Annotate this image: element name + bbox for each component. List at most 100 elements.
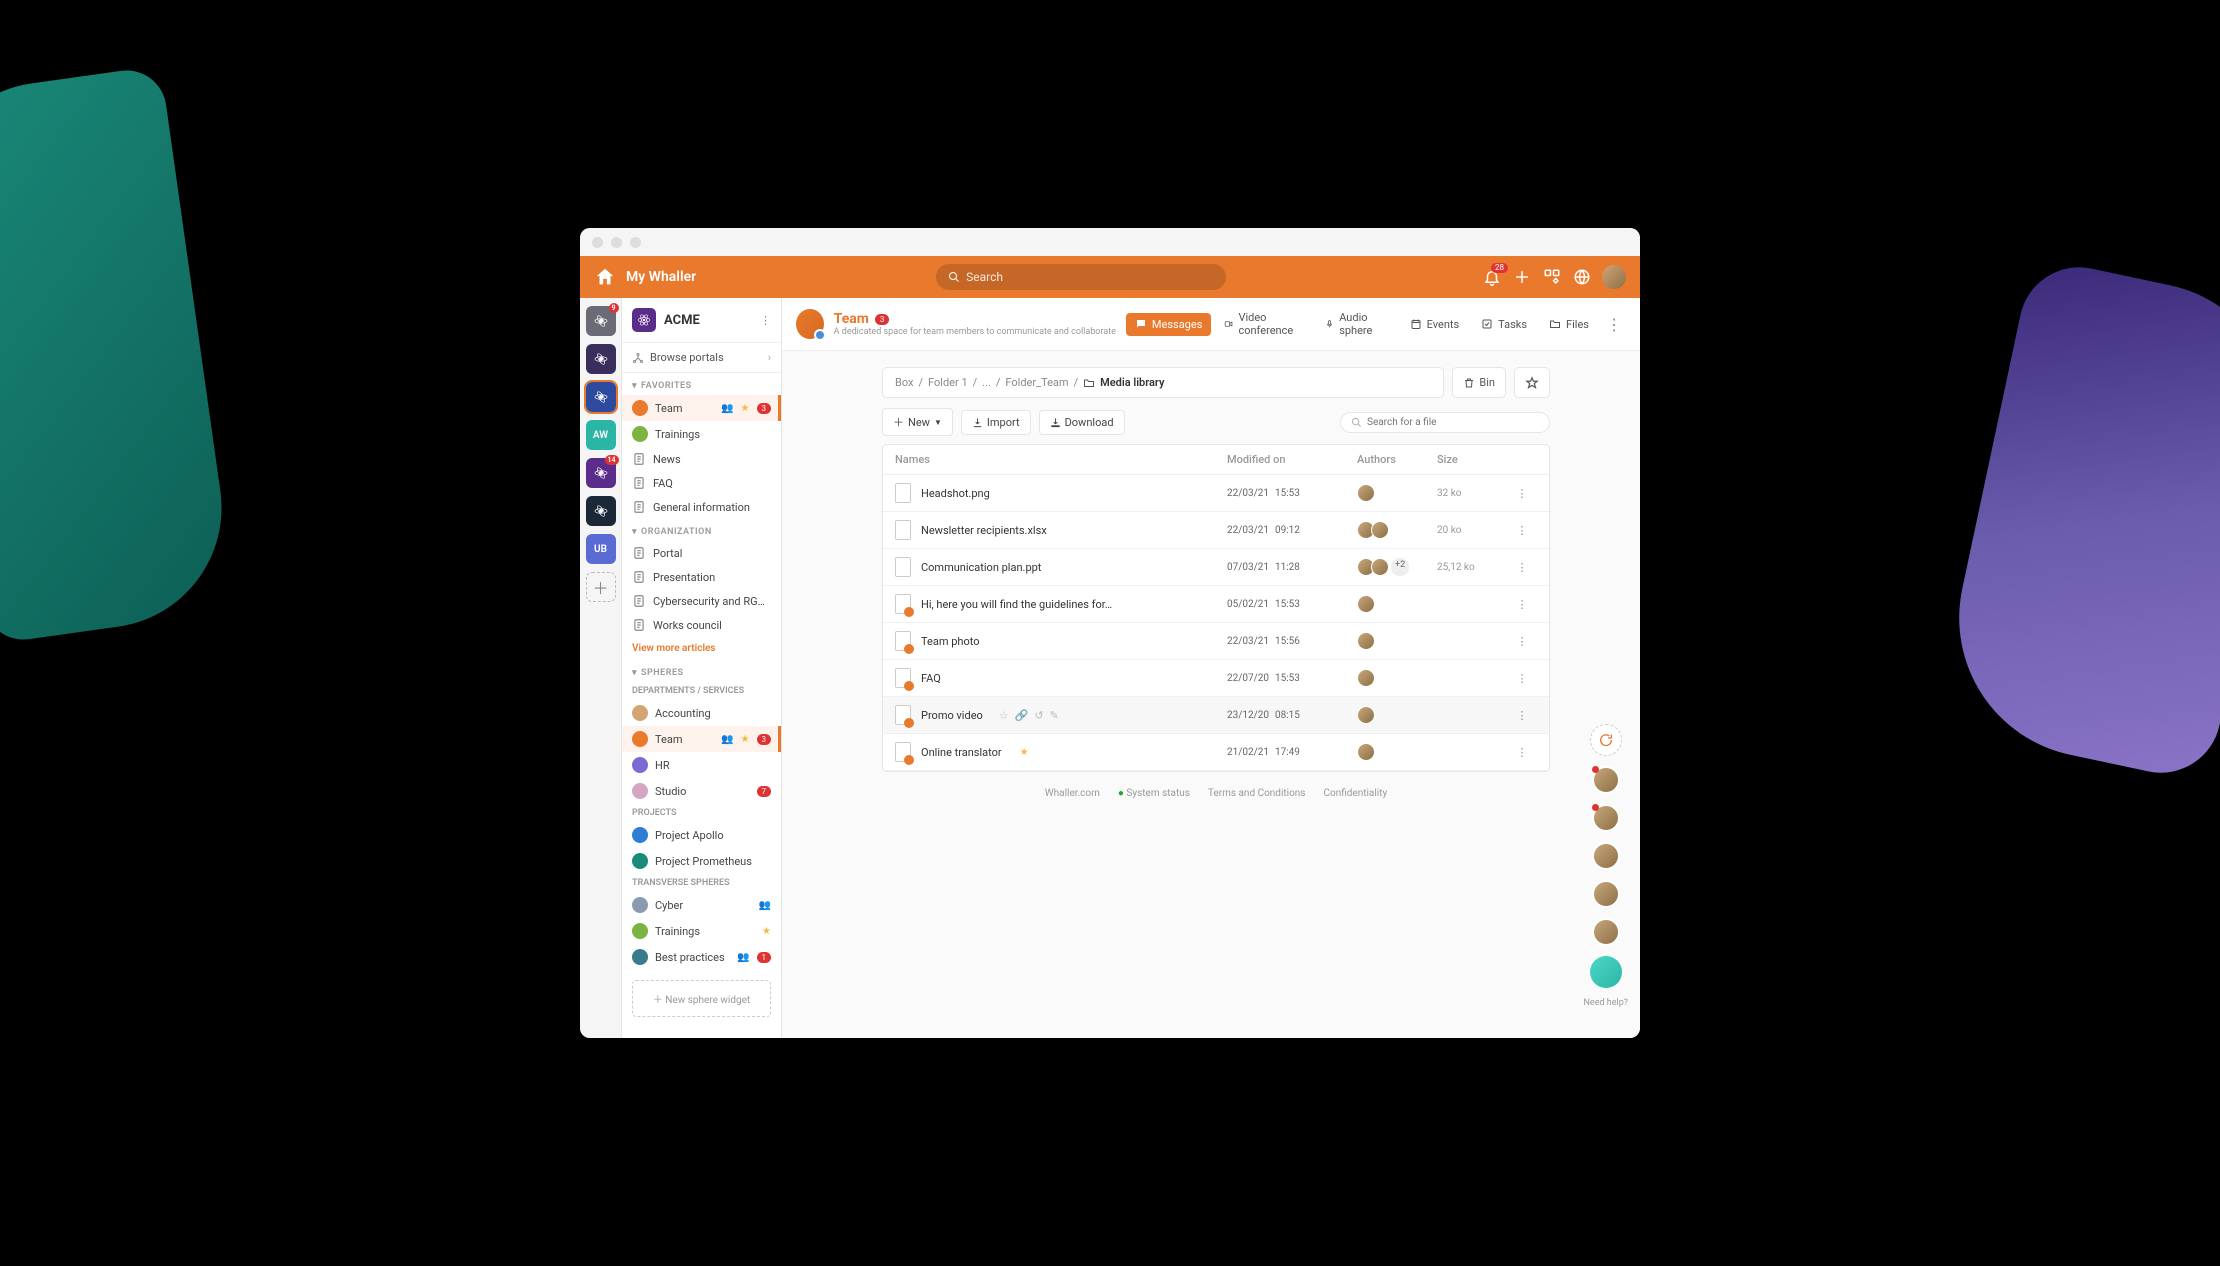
bin-button[interactable]: Bin <box>1452 367 1506 398</box>
sidebar-item[interactable]: Best practices👥1 <box>622 944 781 970</box>
sidebar-item[interactable]: Team👥★3 <box>622 395 781 421</box>
col-size[interactable]: Size <box>1437 453 1507 466</box>
sidebar-item[interactable]: Accounting <box>622 700 781 726</box>
sidebar-item[interactable]: News <box>622 447 781 471</box>
author-avatar[interactable] <box>1357 706 1375 724</box>
row-action-icon[interactable]: ↺ <box>1034 709 1043 722</box>
sidebar-item[interactable]: FAQ <box>622 471 781 495</box>
row-action-icon[interactable]: 🔗 <box>1015 709 1029 722</box>
sidebar-item[interactable]: Cyber👥 <box>622 892 781 918</box>
contact-avatar[interactable] <box>1592 880 1620 908</box>
rail-item[interactable] <box>586 344 616 374</box>
traffic-light-close[interactable] <box>592 237 603 248</box>
user-avatar[interactable] <box>1602 265 1626 289</box>
browse-portals[interactable]: Browse portals › <box>622 343 781 373</box>
sidebar-item[interactable]: Team👥★3 <box>622 726 781 752</box>
contact-avatar[interactable] <box>1592 918 1620 946</box>
row-more-button[interactable]: ⋮ <box>1507 524 1537 537</box>
author-avatar[interactable] <box>1357 595 1375 613</box>
table-row[interactable]: Promo video☆🔗↺✎23/12/2008:15⋮ <box>883 697 1549 734</box>
table-row[interactable]: FAQ22/07/2015:53⋮ <box>883 660 1549 697</box>
section-favorites[interactable]: ▾FAVORITES <box>622 373 781 395</box>
author-avatar[interactable] <box>1371 521 1389 539</box>
help-bot-button[interactable] <box>1590 956 1622 988</box>
import-button[interactable]: Import <box>961 410 1031 435</box>
table-row[interactable]: Headshot.png22/03/2115:5332 ko⋮ <box>883 475 1549 512</box>
row-more-button[interactable]: ⋮ <box>1507 709 1537 722</box>
sidebar-item[interactable]: Cybersecurity and RGPD <box>622 589 781 613</box>
sidebar-item[interactable]: Trainings★ <box>622 918 781 944</box>
rail-item[interactable] <box>586 382 616 412</box>
footer-confidentiality[interactable]: Confidentiality <box>1323 788 1387 799</box>
sidebar-item[interactable]: Project Apollo <box>622 822 781 848</box>
add-button[interactable] <box>1512 267 1532 287</box>
row-more-button[interactable]: ⋮ <box>1507 746 1537 759</box>
author-avatar[interactable] <box>1357 632 1375 650</box>
tab-files[interactable]: Files <box>1540 313 1598 336</box>
sidebar-item[interactable]: HR <box>622 752 781 778</box>
new-sphere-widget[interactable]: ＋ New sphere widget <box>632 980 771 1017</box>
global-search[interactable] <box>936 264 1226 290</box>
section-spheres[interactable]: ▾SPHERES <box>622 660 781 682</box>
col-modified[interactable]: Modified on <box>1227 453 1357 466</box>
col-names[interactable]: Names <box>895 453 1227 466</box>
breadcrumb-part[interactable]: ... <box>982 376 991 389</box>
notifications-button[interactable]: 28 <box>1482 267 1502 287</box>
breadcrumb-part[interactable]: Box <box>895 376 913 389</box>
author-avatar[interactable] <box>1371 558 1389 576</box>
sidebar-item[interactable]: Presentation <box>622 565 781 589</box>
breadcrumb-part[interactable]: Folder_Team <box>1005 376 1068 389</box>
footer-site[interactable]: Whaller.com <box>1045 788 1100 799</box>
rail-item[interactable]: UB <box>586 534 616 564</box>
footer-terms[interactable]: Terms and Conditions <box>1208 788 1306 799</box>
author-avatar[interactable] <box>1357 484 1375 502</box>
new-button[interactable]: ＋ New ▼ <box>882 408 953 436</box>
row-more-button[interactable]: ⋮ <box>1507 561 1537 574</box>
author-avatar[interactable] <box>1357 743 1375 761</box>
row-more-button[interactable]: ⋮ <box>1507 672 1537 685</box>
apps-button[interactable] <box>1542 267 1562 287</box>
table-row[interactable]: Newsletter recipients.xlsx22/03/2109:122… <box>883 512 1549 549</box>
table-row[interactable]: Communication plan.ppt07/03/2111:28+225,… <box>883 549 1549 586</box>
favorite-button[interactable] <box>1514 367 1550 398</box>
file-search-input[interactable] <box>1367 417 1539 428</box>
settings-button[interactable] <box>1572 267 1592 287</box>
traffic-light-minimize[interactable] <box>611 237 622 248</box>
author-avatar[interactable] <box>1357 669 1375 687</box>
download-button[interactable]: Download <box>1039 410 1125 435</box>
breadcrumb-part[interactable]: Folder 1 <box>928 376 968 389</box>
tab-audio[interactable]: Audio sphere <box>1316 306 1396 342</box>
tab-events[interactable]: Events <box>1401 313 1469 336</box>
home-icon[interactable] <box>594 266 616 288</box>
table-row[interactable]: Hi, here you will find the guidelines fo… <box>883 586 1549 623</box>
footer-status[interactable]: ● System status <box>1118 788 1190 799</box>
contact-avatar[interactable] <box>1592 766 1620 794</box>
traffic-light-zoom[interactable] <box>630 237 641 248</box>
sphere-more-button[interactable]: ⋮ <box>1602 315 1626 334</box>
org-logo[interactable] <box>632 308 656 332</box>
table-row[interactable]: Team photo22/03/2115:56⋮ <box>883 623 1549 660</box>
add-contact-button[interactable] <box>1590 724 1622 756</box>
tab-messages[interactable]: Messages <box>1126 313 1211 336</box>
rail-item[interactable]: 14 <box>586 458 616 488</box>
rail-add-button[interactable]: ＋ <box>586 572 616 602</box>
col-authors[interactable]: Authors <box>1357 453 1437 466</box>
help-label[interactable]: Need help? <box>1584 998 1629 1008</box>
table-row[interactable]: Online translator★21/02/2117:49⋮ <box>883 734 1549 771</box>
rail-item[interactable]: 9 <box>586 306 616 336</box>
row-more-button[interactable]: ⋮ <box>1507 598 1537 611</box>
section-organization[interactable]: ▾ORGANIZATION <box>622 519 781 541</box>
authors-more[interactable]: +2 <box>1391 558 1409 576</box>
sphere-avatar[interactable] <box>796 309 824 339</box>
sidebar-item[interactable]: Studio7 <box>622 778 781 804</box>
org-menu-button[interactable]: ⋮ <box>760 314 771 327</box>
row-more-button[interactable]: ⋮ <box>1507 487 1537 500</box>
sidebar-item[interactable]: Portal <box>622 541 781 565</box>
sidebar-item[interactable]: Trainings <box>622 421 781 447</box>
sidebar-item[interactable]: Works council <box>622 613 781 637</box>
sidebar-item[interactable]: General information <box>622 495 781 519</box>
tab-video[interactable]: Video conference <box>1215 306 1312 342</box>
row-more-button[interactable]: ⋮ <box>1507 635 1537 648</box>
sidebar-item[interactable]: Project Prometheus <box>622 848 781 874</box>
row-action-icon[interactable]: ☆ <box>999 709 1009 722</box>
